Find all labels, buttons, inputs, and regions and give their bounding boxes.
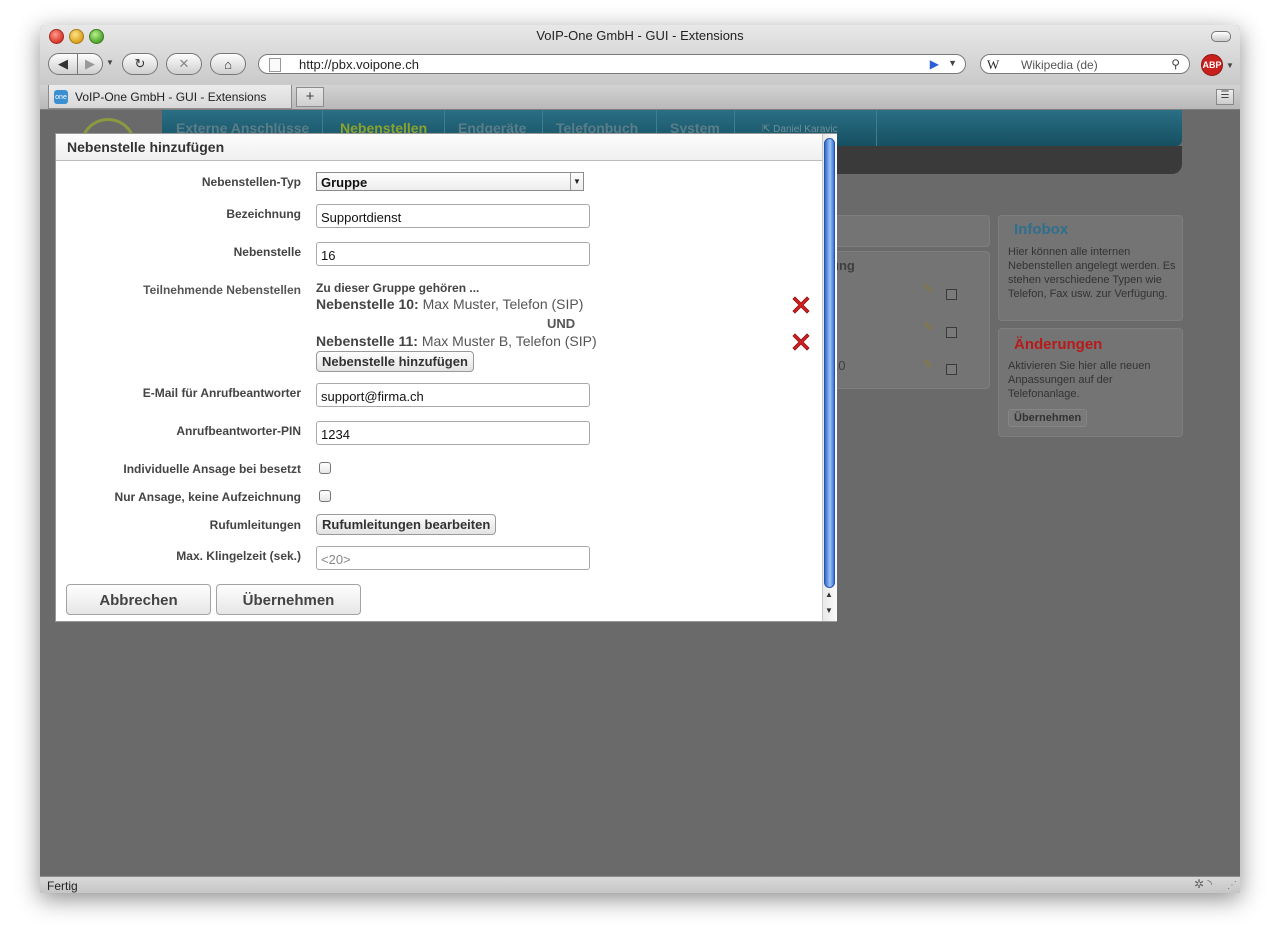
- member-item: Nebenstelle 10: Max Muster, Telefon (SIP…: [316, 296, 583, 312]
- dialog-title: Nebenstelle hinzufügen: [67, 139, 225, 155]
- history-dropdown-icon[interactable]: ▼: [106, 58, 114, 67]
- announce-checkbox[interactable]: [319, 490, 331, 502]
- tab-list-icon[interactable]: ☰: [1216, 89, 1234, 105]
- type-select-value: Gruppe: [321, 175, 368, 190]
- ring-time-label: Max. Klingelzeit (sek.): [176, 549, 301, 563]
- pin-field[interactable]: 1234: [316, 421, 590, 445]
- busy-checkbox[interactable]: [319, 462, 331, 474]
- connector-text: UND: [547, 316, 576, 331]
- row-checkbox[interactable]: [946, 327, 957, 338]
- remove-member-icon[interactable]: [790, 294, 812, 316]
- search-input[interactable]: Wikipedia (de): [1021, 58, 1098, 72]
- ring-time-field[interactable]: <20>: [316, 546, 590, 570]
- changes-title: Änderungen: [1014, 336, 1103, 353]
- member-item: Nebenstelle 11: Max Muster B, Telefon (S…: [316, 333, 597, 349]
- tab-bar: one VoIP-One GmbH - GUI - Extensions + ☰: [40, 85, 1240, 110]
- edit-forwarding-button[interactable]: Rufumleitungen bearbeiten: [316, 514, 497, 535]
- member-prefix: Nebenstelle 10:: [316, 296, 419, 312]
- chevron-down-icon: ▼: [570, 173, 583, 190]
- scroll-down-icon[interactable]: ▼: [825, 606, 833, 615]
- add-extension-dialog: Nebenstelle hinzufügen Nebenstellen-Typ …: [55, 133, 837, 622]
- scrollbar-thumb[interactable]: [824, 138, 835, 588]
- status-icons: ✲ ◝: [1194, 877, 1212, 891]
- type-label: Nebenstellen-Typ: [201, 175, 301, 189]
- member-prefix: Nebenstelle 11:: [316, 333, 418, 349]
- bug-icon[interactable]: ✲: [1194, 877, 1204, 891]
- toolbar-toggle-button[interactable]: [1211, 31, 1231, 42]
- infobox-text: Hier können alle internen Nebenstellen a…: [1008, 246, 1176, 300]
- busy-label: Individuelle Ansage bei besetzt: [123, 462, 301, 476]
- page-icon: [269, 58, 281, 72]
- wikipedia-icon[interactable]: W: [987, 57, 999, 73]
- arrow-right-icon: ▶: [85, 56, 95, 71]
- stop-button[interactable]: ✕: [166, 53, 202, 75]
- new-tab-button[interactable]: +: [296, 87, 324, 107]
- scroll-up-icon[interactable]: ▲: [825, 590, 833, 599]
- go-arrow-icon[interactable]: ▶: [930, 57, 939, 71]
- reload-icon: ↻: [134, 56, 146, 71]
- members-intro: Zu dieser Gruppe gehören ...: [316, 281, 480, 295]
- tab-voipone[interactable]: one VoIP-One GmbH - GUI - Extensions: [48, 85, 292, 109]
- remove-member-icon[interactable]: [790, 331, 812, 353]
- forward-label: Rufumleitungen: [209, 518, 301, 532]
- announce-label: Nur Ansage, keine Aufzeichnung: [114, 490, 301, 504]
- search-icon[interactable]: ⚲: [1171, 57, 1180, 71]
- address-bar[interactable]: http://pbx.voipone.ch ▶ ▼: [258, 54, 966, 74]
- adblock-dropdown-icon[interactable]: ▼: [1226, 61, 1234, 70]
- email-field[interactable]: support@firma.ch: [316, 383, 590, 407]
- home-icon: ⌂: [224, 56, 232, 72]
- row-checkbox[interactable]: [946, 289, 957, 300]
- member-text: Max Muster B, Telefon (SIP): [417, 333, 597, 349]
- apply-button[interactable]: Übernehmen: [216, 584, 361, 615]
- search-box[interactable]: W Wikipedia (de) ⚲: [980, 54, 1190, 74]
- dialog-scrollbar[interactable]: ▲ ▼: [822, 134, 837, 621]
- resize-handle-icon[interactable]: ⋰: [1227, 880, 1237, 891]
- forward-button[interactable]: ▶: [77, 53, 103, 75]
- members-label: Teilnehmende Nebenstellen: [143, 283, 301, 297]
- edit-icon[interactable]: ✎: [923, 357, 933, 371]
- type-select[interactable]: Gruppe ▼: [316, 172, 584, 191]
- status-bar: Fertig ✲ ◝ ⋰: [40, 876, 1240, 893]
- infobox-title: Infobox: [1014, 221, 1069, 238]
- cancel-button[interactable]: Abbrechen: [66, 584, 211, 615]
- dialog-titlebar: Nebenstelle hinzufügen: [56, 134, 822, 161]
- member-text: Max Muster, Telefon (SIP): [418, 296, 584, 312]
- home-button[interactable]: ⌂: [210, 53, 246, 75]
- rss-icon[interactable]: ◝: [1207, 877, 1212, 891]
- pin-label: Anrufbeantworter-PIN: [176, 424, 301, 438]
- email-label: E-Mail für Anrufbeantworter: [142, 386, 301, 400]
- infobox: Infobox Hier können alle internen Nebens…: [998, 215, 1183, 321]
- extensions-table: ung ✎ ✎ 10 ✎: [830, 251, 990, 389]
- browser-chrome: VoIP-One GmbH - GUI - Extensions ◀ ▶ ▼ ↻…: [40, 25, 1240, 86]
- apply-changes-button[interactable]: Übernehmen: [1008, 409, 1088, 427]
- edit-icon[interactable]: ✎: [923, 320, 933, 334]
- row-checkbox[interactable]: [946, 364, 957, 375]
- url-text[interactable]: http://pbx.voipone.ch: [299, 57, 419, 72]
- favicon-icon: one: [54, 90, 68, 104]
- status-text: Fertig: [47, 879, 78, 893]
- add-member-button[interactable]: Nebenstelle hinzufügen: [316, 351, 474, 372]
- filter-bar: [830, 215, 990, 247]
- adblock-button[interactable]: ABP: [1201, 54, 1223, 76]
- back-button[interactable]: ◀: [48, 53, 78, 75]
- name-field[interactable]: Supportdienst: [316, 204, 590, 228]
- tab-label: VoIP-One GmbH - GUI - Extensions: [75, 90, 267, 104]
- arrow-left-icon: ◀: [58, 56, 68, 71]
- url-dropdown-icon[interactable]: ▼: [948, 58, 957, 68]
- browser-window: VoIP-One GmbH - GUI - Extensions ◀ ▶ ▼ ↻…: [40, 25, 1240, 893]
- name-label: Bezeichnung: [226, 207, 301, 221]
- close-icon: ✕: [178, 56, 190, 71]
- edit-icon[interactable]: ✎: [923, 282, 933, 296]
- extension-field[interactable]: 16: [316, 242, 590, 266]
- extension-label: Nebenstelle: [233, 245, 301, 259]
- changes-box: Änderungen Aktivieren Sie hier alle neue…: [998, 328, 1183, 437]
- window-title: VoIP-One GmbH - GUI - Extensions: [536, 28, 744, 43]
- changes-text: Aktivieren Sie hier alle neuen Anpassung…: [1008, 360, 1151, 400]
- reload-button[interactable]: ↻: [122, 53, 158, 75]
